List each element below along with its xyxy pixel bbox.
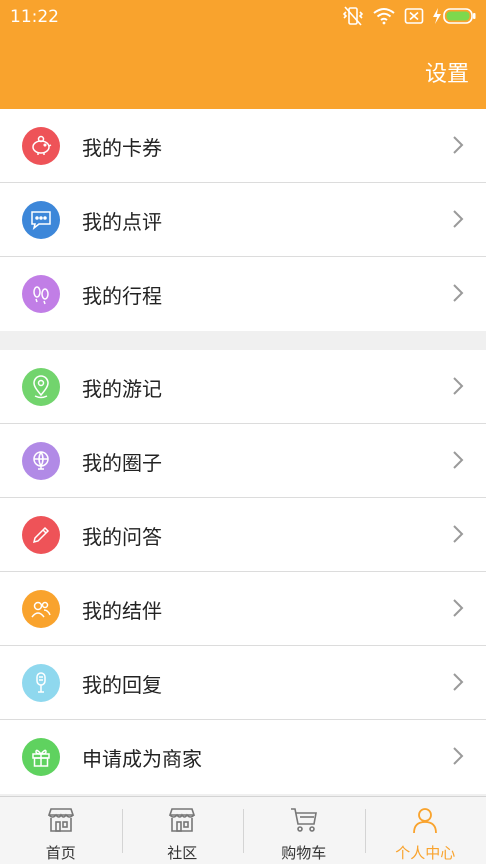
menu-item-companions[interactable]: 我的结伴	[0, 572, 486, 646]
menu-item-label: 我的问答	[82, 525, 162, 549]
tab-label: 社区	[167, 844, 198, 862]
menu-item-circles[interactable]: 我的圈子	[0, 424, 486, 498]
vibrate-off-icon	[342, 5, 364, 27]
menu-item-coupons[interactable]: 我的卡券	[0, 109, 486, 183]
chevron-right-icon	[452, 450, 464, 474]
shopping-cart-icon	[289, 806, 319, 838]
status-bar: 11:22	[0, 0, 486, 34]
menu-item-label: 我的圈子	[82, 451, 162, 475]
storefront-icon	[46, 806, 76, 838]
menu-item-replies[interactable]: 我的回复	[0, 646, 486, 720]
chevron-right-icon	[452, 376, 464, 400]
chevron-right-icon	[452, 524, 464, 548]
menu-group-primary: 我的卡券 我的点评 我的行程	[0, 109, 486, 331]
menu-item-label: 我的结伴	[82, 599, 162, 623]
globe-icon	[22, 442, 60, 480]
menu-item-travelogues[interactable]: 我的游记	[0, 350, 486, 424]
battery-charging-icon	[432, 7, 476, 25]
chevron-right-icon	[452, 746, 464, 770]
menu-item-label: 我的游记	[82, 377, 162, 401]
settings-button[interactable]: 设置	[425, 56, 469, 88]
menu-item-itinerary[interactable]: 我的行程	[0, 257, 486, 331]
status-time: 11:22	[10, 7, 59, 27]
microphone-icon	[22, 664, 60, 702]
bottom-tab-bar: 首页 社区 购物车 个人中心	[0, 796, 486, 864]
footprints-icon	[22, 275, 60, 313]
tab-label: 购物车	[281, 844, 327, 862]
sim-disabled-icon	[404, 7, 424, 25]
tab-cart[interactable]: 购物车	[243, 797, 365, 864]
chevron-right-icon	[452, 598, 464, 622]
wifi-icon	[372, 6, 396, 26]
chevron-right-icon	[452, 135, 464, 159]
menu-item-label: 我的卡券	[82, 136, 162, 160]
menu-item-label: 我的回复	[82, 673, 162, 697]
menu-item-label: 申请成为商家	[82, 747, 202, 771]
pencil-icon	[22, 516, 60, 554]
menu-item-apply-merchant[interactable]: 申请成为商家	[0, 720, 486, 794]
menu-item-label: 我的行程	[82, 284, 162, 308]
storefront-icon	[167, 806, 197, 838]
person-icon	[410, 806, 440, 838]
header: 设置	[0, 34, 486, 109]
menu-group-secondary: 我的游记 我的圈子 我的问答 我的结伴 我的回复 申请成为商家	[0, 350, 486, 794]
tab-community[interactable]: 社区	[121, 797, 244, 864]
menu-item-label: 我的点评	[82, 210, 162, 234]
tab-label: 个人中心	[395, 844, 456, 862]
tab-label: 首页	[45, 844, 76, 862]
status-icons	[342, 5, 476, 27]
chevron-right-icon	[452, 283, 464, 307]
gift-icon	[22, 738, 60, 776]
tab-profile[interactable]: 个人中心	[364, 797, 486, 864]
tab-home[interactable]: 首页	[0, 797, 122, 864]
menu-item-qa[interactable]: 我的问答	[0, 498, 486, 572]
people-icon	[22, 590, 60, 628]
chevron-right-icon	[452, 672, 464, 696]
chevron-right-icon	[452, 209, 464, 233]
menu-item-reviews[interactable]: 我的点评	[0, 183, 486, 257]
piggy-bank-icon	[22, 127, 60, 165]
chat-bubble-icon	[22, 201, 60, 239]
location-pin-icon	[22, 368, 60, 406]
